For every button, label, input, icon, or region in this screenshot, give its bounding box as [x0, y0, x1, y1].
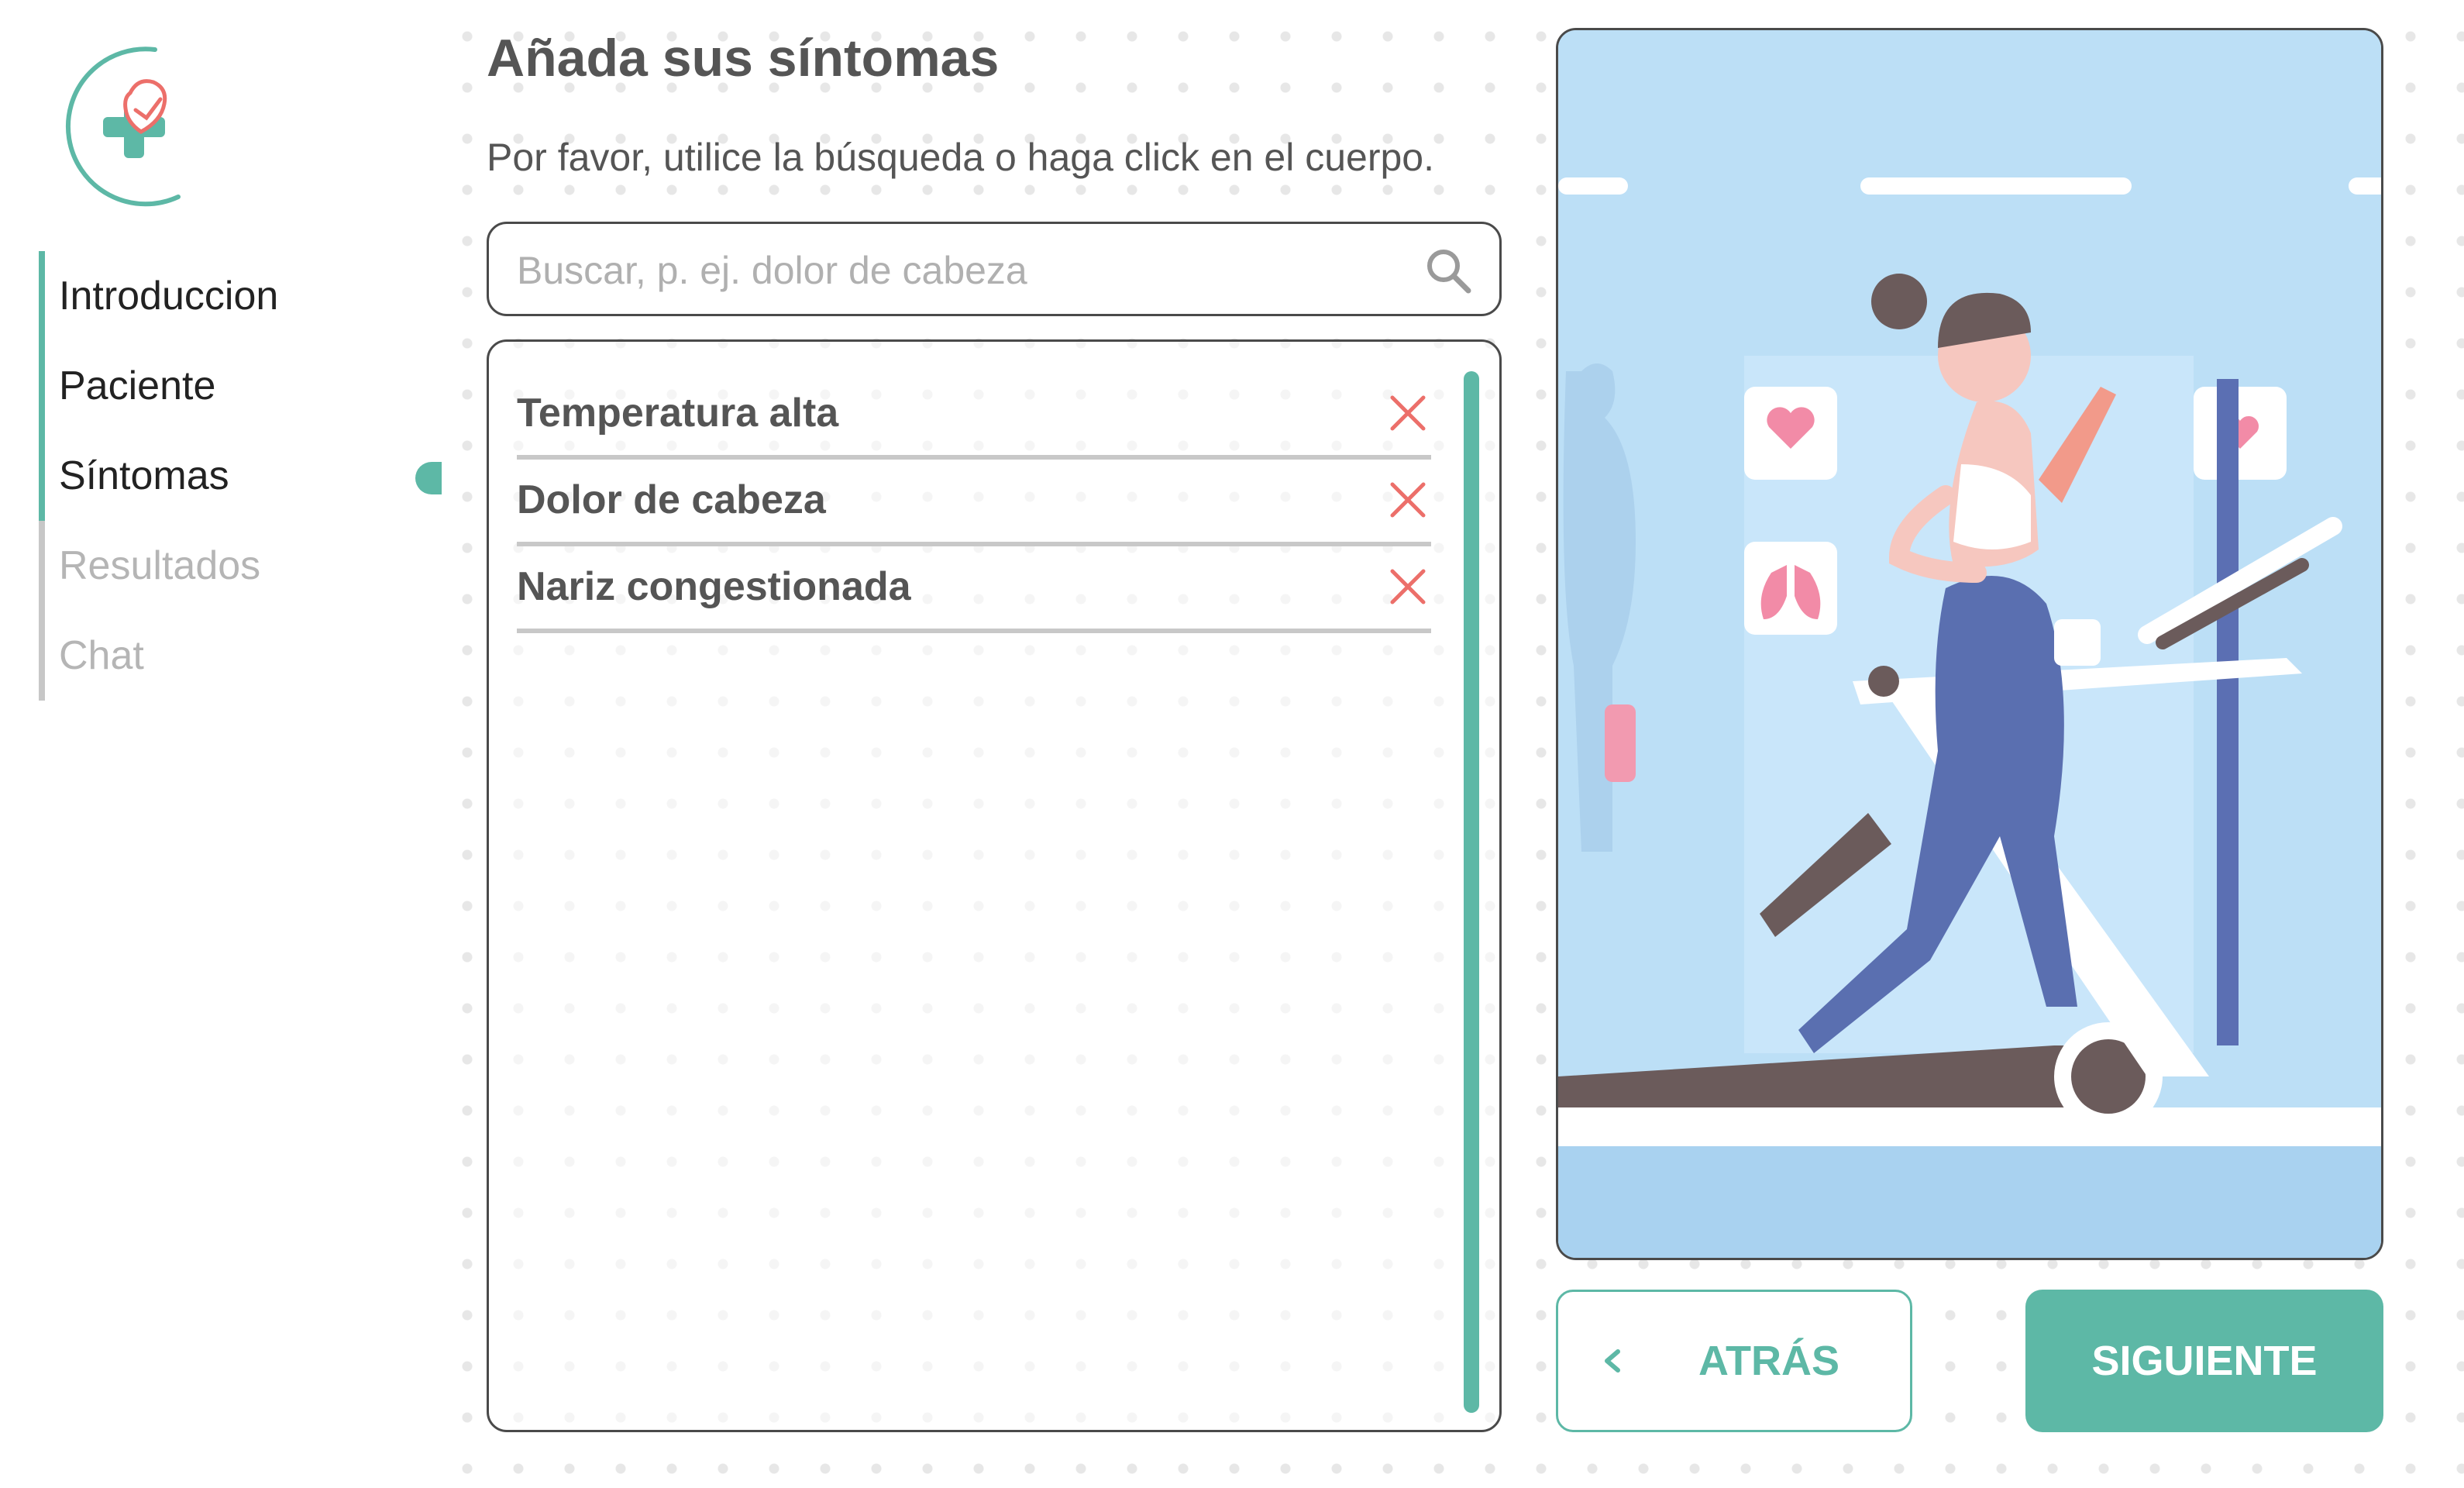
nav-item-resultados[interactable]: Resultados: [39, 521, 442, 611]
nav-item-introduccion[interactable]: Introduccion: [39, 251, 442, 341]
next-button-label: SIGUIENTE: [2091, 1338, 2318, 1384]
next-button[interactable]: SIGUIENTE: [2025, 1290, 2383, 1432]
current-step-indicator: [415, 462, 442, 494]
nav-item-chat[interactable]: Chat: [39, 611, 442, 701]
scrollbar-thumb[interactable]: [1464, 371, 1479, 1413]
nav-item-label: Síntomas: [59, 453, 229, 498]
symptom-search-box: [487, 222, 1502, 316]
symptom-label: Dolor de cabeza: [517, 477, 826, 522]
symptom-label: Nariz congestionada: [517, 564, 911, 609]
close-icon[interactable]: [1388, 393, 1428, 433]
list-item: Temperatura alta: [517, 373, 1431, 460]
nav-item-label: Resultados: [59, 543, 261, 588]
nav-item-sintomas[interactable]: Síntomas: [39, 431, 442, 521]
nav-item-label: Introduccion: [59, 274, 279, 319]
nav-item-paciente[interactable]: Paciente: [39, 341, 442, 431]
search-input[interactable]: [517, 239, 1385, 301]
close-icon[interactable]: [1388, 567, 1428, 607]
page-subtitle: Por favor, utilice la búsqueda o haga cl…: [487, 136, 1434, 179]
scrollbar[interactable]: [1464, 371, 1479, 1417]
search-icon[interactable]: [1423, 246, 1473, 295]
nav-item-label: Chat: [59, 633, 144, 678]
back-button-label: ATRÁS: [1698, 1338, 1839, 1384]
selected-symptoms-panel: Temperatura alta Dolor de cabeza Nariz c…: [487, 339, 1502, 1432]
page-title: Añada sus síntomas: [487, 29, 1000, 88]
list-item: Nariz congestionada: [517, 546, 1431, 633]
symptom-label: Temperatura alta: [517, 391, 839, 436]
nav-item-label: Paciente: [59, 363, 216, 408]
fitness-illustration: [1556, 28, 2383, 1260]
symptom-list: Temperatura alta Dolor de cabeza Nariz c…: [517, 373, 1431, 633]
symptom-checker-page: Introduccion Paciente Síntomas Resultado…: [0, 0, 2464, 1488]
app-logo: [66, 46, 181, 207]
chevron-left-icon: [1605, 1349, 1620, 1373]
list-item: Dolor de cabeza: [517, 460, 1431, 546]
woman-on-treadmill-illustration: [1558, 30, 2381, 1258]
wizard-steps-nav: Introduccion Paciente Síntomas Resultado…: [39, 251, 442, 701]
back-button[interactable]: ATRÁS: [1556, 1290, 1912, 1432]
close-icon[interactable]: [1388, 480, 1428, 520]
